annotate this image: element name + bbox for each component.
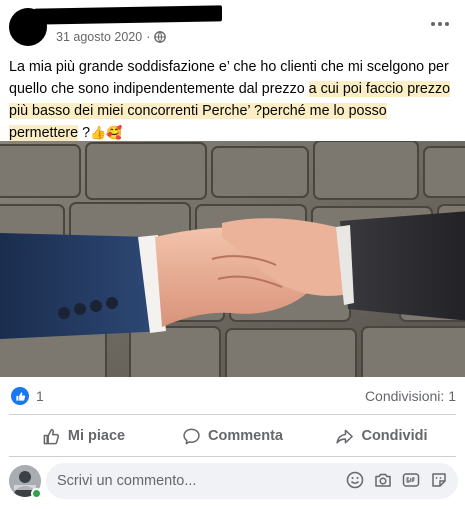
like-button[interactable]: Mi piace bbox=[9, 418, 158, 454]
comment-input[interactable] bbox=[57, 473, 327, 489]
comment-composer bbox=[0, 463, 465, 503]
thumbs-up-icon bbox=[43, 428, 59, 444]
comment-button[interactable]: Commenta bbox=[158, 418, 307, 454]
more-options-icon[interactable] bbox=[428, 17, 452, 31]
globe-icon[interactable] bbox=[154, 31, 167, 43]
post-text-tail: ? bbox=[78, 125, 91, 141]
comment-button-label: Commenta bbox=[208, 428, 283, 444]
post-photo-handshake[interactable] bbox=[0, 141, 465, 377]
like-reaction-icon[interactable] bbox=[11, 387, 29, 405]
divider bbox=[9, 414, 456, 415]
facebook-post: 31 agosto 2020 · La mia più grande soddi… bbox=[0, 0, 465, 509]
post-text: La mia più grande soddisfazione e’ che h… bbox=[9, 56, 459, 144]
share-icon bbox=[336, 429, 354, 444]
post-date[interactable]: 31 agosto 2020 bbox=[56, 30, 142, 44]
sticker-icon[interactable] bbox=[430, 471, 448, 489]
meta-separator: · bbox=[146, 30, 151, 44]
share-button[interactable]: Condividi bbox=[307, 418, 456, 454]
emoji-icon[interactable] bbox=[346, 471, 364, 489]
gif-icon[interactable] bbox=[402, 471, 420, 489]
post-emojis: 👍🥰 bbox=[90, 125, 123, 140]
camera-icon[interactable] bbox=[374, 471, 392, 489]
share-button-label: Condividi bbox=[361, 428, 428, 444]
like-button-label: Mi piace bbox=[67, 428, 126, 444]
post-meta: 31 agosto 2020 · bbox=[56, 30, 167, 44]
post-header: 31 agosto 2020 · bbox=[0, 0, 465, 52]
comment-box[interactable] bbox=[46, 463, 458, 499]
author-name-redacted[interactable] bbox=[34, 5, 222, 25]
comment-icon bbox=[183, 428, 200, 444]
post-actions: Mi piace Commenta Condividi bbox=[9, 418, 456, 454]
comment-tools bbox=[346, 471, 448, 489]
reactions-bar: 1 Condivisioni: 1 bbox=[0, 382, 465, 412]
shares-count[interactable]: Condivisioni: 1 bbox=[365, 388, 456, 404]
like-count[interactable]: 1 bbox=[36, 388, 44, 404]
online-status-dot bbox=[31, 488, 42, 499]
divider bbox=[9, 456, 456, 457]
